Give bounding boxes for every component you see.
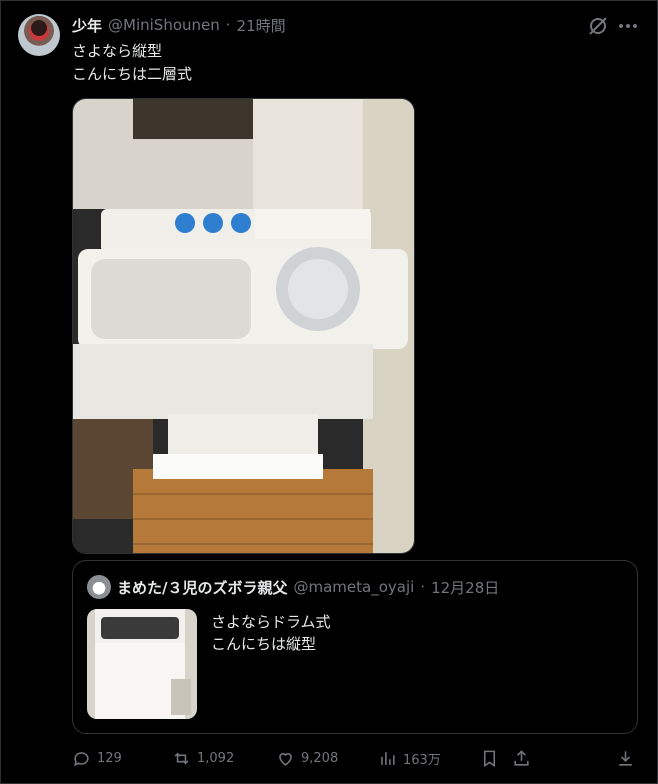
quoted-text-line-2: こんにちは縦型 (211, 635, 317, 653)
quoted-separator: · (420, 578, 426, 596)
avatar[interactable] (18, 14, 60, 56)
share-button[interactable] (512, 744, 531, 772)
tweet-photo[interactable] (72, 98, 415, 554)
tweet-text-line-1: さよなら縦型 (72, 42, 163, 60)
separator: · (225, 16, 231, 34)
bookmark-icon (483, 750, 496, 767)
tweet-header: 少年 @MiniShounen · 21時間 (72, 14, 558, 36)
download-icon (619, 750, 632, 766)
reply-button[interactable]: 129 (72, 744, 122, 772)
repost-icon (174, 752, 189, 764)
views-icon (381, 751, 395, 765)
repost-count: 1,092 (197, 750, 235, 766)
quoted-thumbnail (87, 609, 197, 719)
quoted-handle: @mameta_oyaji (293, 578, 415, 596)
quoted-avatar (87, 575, 111, 599)
reply-icon (73, 751, 89, 766)
quoted-date: 12月28日 (431, 578, 500, 597)
like-button[interactable]: 9,208 (276, 744, 338, 772)
quoted-header: まめた/３児のズボラ親父 @mameta_oyaji · 12月28日 (117, 575, 499, 599)
action-bar: 129 1,092 9,208 163万 (72, 744, 642, 772)
tweet-text: さよなら縦型 こんにちは二層式 (72, 40, 192, 86)
views-button[interactable]: 163万 (378, 744, 441, 772)
download-button[interactable] (616, 744, 635, 772)
quoted-text: さよならドラム式 こんにちは縦型 (211, 611, 331, 655)
reply-count: 129 (97, 750, 122, 766)
bookmark-button[interactable] (480, 744, 499, 772)
more-icon[interactable] (614, 12, 642, 40)
share-icon (514, 749, 529, 766)
timestamp[interactable]: 21時間 (237, 15, 286, 36)
display-name[interactable]: 少年 (72, 15, 102, 36)
views-count: 163万 (403, 752, 441, 768)
tweet-text-line-2: こんにちは二層式 (72, 65, 193, 83)
grok-icon[interactable] (586, 14, 610, 38)
quoted-tweet[interactable]: まめた/３児のズボラ親父 @mameta_oyaji · 12月28日 さよなら… (72, 560, 638, 734)
like-icon (279, 752, 292, 766)
user-handle[interactable]: @MiniShounen (108, 16, 220, 34)
quoted-display-name: まめた/３児のズボラ親父 (117, 578, 288, 597)
like-count: 9,208 (301, 750, 339, 766)
quoted-text-line-1: さよならドラム式 (211, 613, 331, 631)
repost-button[interactable]: 1,092 (172, 744, 234, 772)
